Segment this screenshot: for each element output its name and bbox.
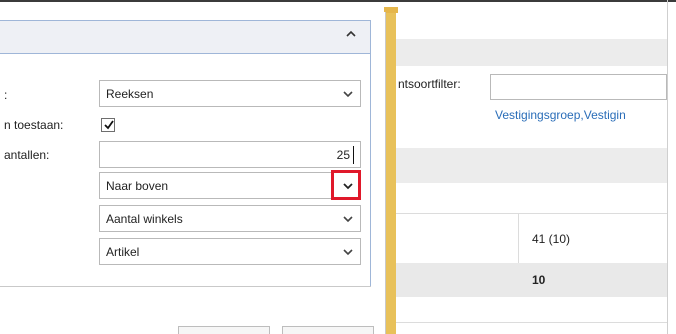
- table-cell-value: 41 (10): [532, 232, 571, 246]
- checkmark-icon: [103, 119, 115, 133]
- table-row-divider: [396, 213, 667, 214]
- cancel-button[interactable]: [282, 326, 374, 334]
- ok-button[interactable]: [178, 326, 270, 334]
- table-row-divider: [396, 322, 667, 323]
- filter-link[interactable]: Vestigingsgroep,Vestigin: [495, 108, 626, 122]
- allow-checkbox[interactable]: [101, 118, 115, 132]
- field-label-allow: n toestaan:: [4, 118, 64, 132]
- chevron-down-icon: [342, 88, 354, 100]
- chevron-up-icon[interactable]: [343, 28, 359, 44]
- field-label-series: :: [4, 88, 8, 102]
- field-label-count: antallen:: [4, 148, 50, 162]
- count-input[interactable]: 25: [99, 141, 361, 168]
- chevron-down-icon: [342, 246, 354, 258]
- series-dropdown-value: Reeksen: [106, 87, 154, 101]
- text-caret: [353, 146, 354, 164]
- highlight-box: [331, 170, 361, 200]
- background-table-header: [396, 148, 667, 183]
- panel-header: [0, 20, 371, 54]
- dimension-dropdown[interactable]: Artikel: [99, 238, 361, 265]
- table-cell-divider: [518, 213, 519, 263]
- splitter-bar[interactable]: [386, 7, 396, 334]
- table-cell-total: 10: [532, 273, 546, 287]
- measure-dropdown[interactable]: Aantal winkels: [99, 205, 361, 232]
- measure-dropdown-value: Aantal winkels: [106, 212, 183, 226]
- panel-footer-line: [0, 286, 371, 287]
- dimension-dropdown-value: Artikel: [106, 245, 140, 259]
- count-input-value: 25: [336, 148, 350, 162]
- chevron-down-icon: [342, 213, 354, 225]
- filter-input[interactable]: [490, 74, 667, 100]
- panel-border: [370, 54, 371, 286]
- direction-dropdown-value: Naar boven: [106, 179, 169, 193]
- filter-label: ntsoortfilter:: [398, 77, 461, 91]
- top-rule: [0, 0, 676, 2]
- background-header-band: [396, 39, 667, 66]
- splitter-cap: [384, 7, 398, 13]
- series-dropdown[interactable]: Reeksen: [99, 80, 361, 107]
- direction-dropdown[interactable]: Naar boven: [99, 172, 361, 199]
- right-edge-line: [667, 0, 668, 334]
